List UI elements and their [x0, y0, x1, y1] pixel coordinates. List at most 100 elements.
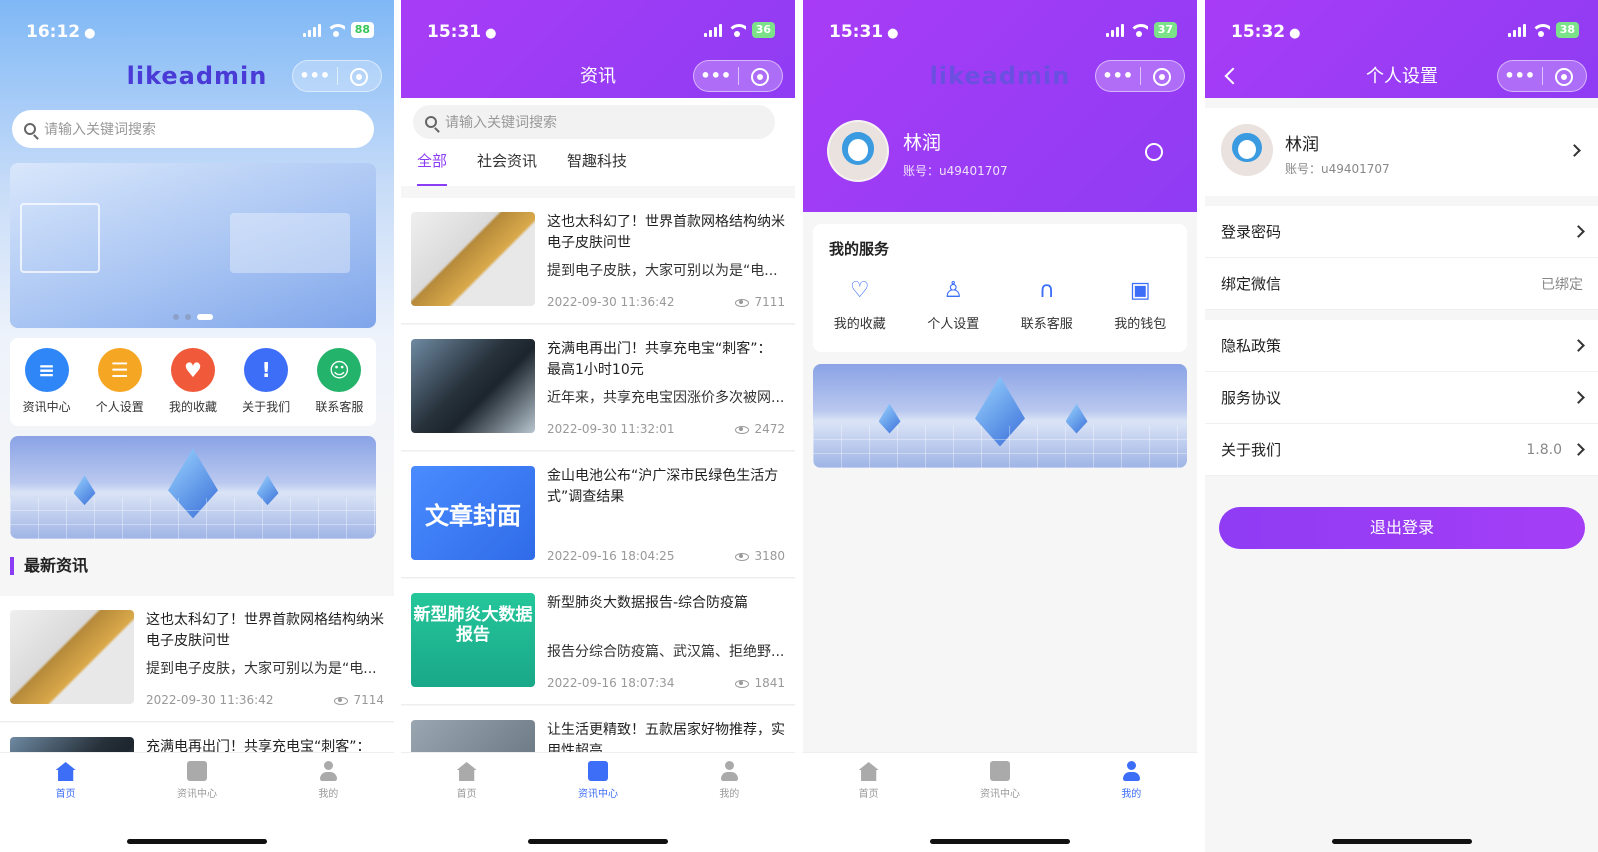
wifi-icon — [727, 23, 746, 37]
eye-icon — [735, 679, 750, 688]
service-customer-service[interactable]: ∩ 联系客服 — [1021, 277, 1073, 332]
menu-item-profile-settings[interactable]: ☰ 个人设置 — [85, 348, 155, 415]
menu-item-customer-service[interactable]: ☺ 联系客服 — [304, 348, 374, 415]
heart-icon: ♥ — [170, 348, 215, 392]
user-icon — [318, 761, 338, 781]
settings-screen: 15:32 ● 38 个人设置 ••• 林润 账号：u49401707 登录密码 … — [1205, 0, 1598, 852]
news-title: 这也太科幻了！世界首款网格结构纳米电子皮肤问世 — [146, 612, 384, 649]
wallet-icon: ▣ — [1129, 278, 1151, 303]
eye-icon — [735, 552, 750, 561]
hero-banner[interactable] — [10, 163, 376, 328]
news-title: 充满电再出门！共享充电宝“刺客”：最高1小时10元 — [547, 341, 772, 378]
service-profile-settings[interactable]: ♙ 个人设置 — [927, 277, 979, 332]
tab-news-center[interactable]: 资讯中心 — [960, 761, 1040, 800]
chevron-right-icon — [1572, 339, 1585, 352]
tab-bar: 首页 资讯中心 我的 — [401, 752, 795, 852]
home-icon — [858, 762, 879, 781]
menu-item-about[interactable]: ! 关于我们 — [231, 348, 301, 415]
close-circle-icon[interactable] — [739, 61, 783, 91]
news-desc: 近年来，共享充电宝因涨价多次被网... — [547, 390, 785, 406]
avatar[interactable] — [827, 120, 889, 182]
status-bar: 15:32 ● 38 — [1205, 0, 1598, 60]
tab-bar: 首页 资讯中心 我的 — [803, 752, 1197, 852]
close-circle-icon[interactable] — [1543, 61, 1587, 91]
news-item[interactable]: 充满电再出门！共享充电宝“刺客”：最高1小时10元近年来，共享充电宝因涨价多次被… — [401, 325, 795, 451]
section-title: 最新资讯 — [10, 557, 88, 575]
news-date: 2022-09-30 11:36:42 — [547, 295, 675, 309]
news-views: 3180 — [754, 549, 785, 563]
news-date: 2022-09-16 18:04:25 — [547, 549, 675, 563]
tab-home[interactable]: 首页 — [26, 761, 106, 800]
close-circle-icon[interactable] — [338, 61, 382, 91]
search-icon — [24, 123, 36, 135]
news-date: 2022-09-30 11:36:42 — [146, 693, 274, 707]
user-settings-icon: ♙ — [943, 278, 964, 303]
tab-home[interactable]: 首页 — [427, 761, 507, 800]
mini-program-capsule[interactable]: ••• — [693, 60, 783, 92]
news-item[interactable]: 新型肺炎大数据报告 新型肺炎大数据报告-综合防疫篇 报告分综合防疫篇、武汉篇、拒绝… — [401, 579, 795, 705]
news-item[interactable]: 这也太科幻了！世界首款网格结构纳米电子皮肤问世 提到电子皮肤，大家可别以为是“电.… — [401, 198, 795, 324]
more-icon[interactable]: ••• — [694, 61, 738, 91]
news-desc: 提到电子皮肤，大家可别以为是“电... — [146, 661, 377, 677]
wifi-icon — [326, 23, 345, 37]
mini-program-capsule[interactable]: ••• — [1095, 60, 1185, 92]
settings-gear-icon[interactable] — [1145, 143, 1163, 161]
wifi-icon — [1129, 23, 1148, 37]
user-account: 账号：u49401707 — [1285, 162, 1390, 176]
more-icon[interactable]: ••• — [1096, 61, 1140, 91]
news-icon: ≡ — [24, 348, 69, 392]
menu-item-news-center[interactable]: ≡ 资讯中心 — [12, 348, 82, 415]
menu-item-favorites[interactable]: ♥ 我的收藏 — [158, 348, 228, 415]
quick-menu: ≡ 资讯中心 ☰ 个人设置 ♥ 我的收藏 ! 关于我们 ☺ 联系客服 — [10, 338, 376, 426]
status-time: 15:32 — [1231, 22, 1286, 42]
news-item[interactable]: 文章封面 金山电池公布“沪广深市民绿色生活方式”调查结果 2022-09-16 1… — [401, 452, 795, 578]
mini-program-capsule[interactable]: ••• — [1497, 60, 1587, 92]
eye-icon — [735, 298, 750, 307]
tab-news-center[interactable]: 资讯中心 — [157, 761, 237, 800]
service-wallet[interactable]: ▣ 我的钱包 — [1114, 277, 1166, 332]
news-desc: 报告分综合防疫篇、武汉篇、拒绝野... — [547, 644, 785, 660]
profile-row[interactable]: 林润 账号：u49401707 — [1205, 108, 1598, 196]
tab-mine[interactable]: 我的 — [1091, 761, 1171, 800]
category-tabs: 全部 社会资讯 智趣科技 — [401, 146, 795, 186]
promo-banner[interactable] — [813, 364, 1187, 468]
news-title: 金山电池公布“沪广深市民绿色生活方式”调查结果 — [547, 468, 779, 505]
status-bar: 15:31 ● 37 — [803, 0, 1197, 60]
news-item[interactable]: 这也太科幻了！世界首款网格结构纳米电子皮肤问世 提到电子皮肤，大家可别以为是“电… — [0, 596, 394, 722]
user-account: 账号：u49401707 — [903, 164, 1008, 178]
close-circle-icon[interactable] — [1141, 61, 1185, 91]
mini-program-capsule[interactable]: ••• — [292, 60, 382, 92]
news-views: 1841 — [754, 676, 785, 690]
row-about-us[interactable]: 关于我们 1.8.0 — [1205, 424, 1598, 476]
eye-icon — [735, 425, 750, 434]
search-input[interactable]: 请输入关键词搜索 — [413, 105, 775, 139]
logout-button[interactable]: 退出登录 — [1219, 507, 1585, 549]
headset-icon: ∩ — [1038, 278, 1055, 303]
row-privacy-policy[interactable]: 隐私政策 — [1205, 320, 1598, 372]
promo-banner[interactable] — [10, 436, 376, 539]
user-name: 林润 — [1285, 135, 1319, 155]
row-service-agreement[interactable]: 服务协议 — [1205, 372, 1598, 424]
tab-tech[interactable]: 智趣科技 — [567, 146, 627, 186]
service-favorites[interactable]: ♡ 我的收藏 — [834, 277, 886, 332]
tab-mine[interactable]: 我的 — [288, 761, 368, 800]
more-icon[interactable]: ••• — [1498, 61, 1542, 91]
status-bar: 16:12 ● 88 — [0, 0, 394, 60]
home-screen: 16:12 ● 88 likeadmin ••• 请输入关键词搜索 ≡ 资讯中心 ☰… — [0, 0, 394, 852]
row-login-password[interactable]: 登录密码 — [1205, 206, 1598, 258]
tab-home[interactable]: 首页 — [829, 761, 909, 800]
tab-social-news[interactable]: 社会资讯 — [477, 146, 537, 186]
row-bind-wechat[interactable]: 绑定微信 已绑定 — [1205, 258, 1598, 310]
tab-news-center[interactable]: 资讯中心 — [558, 761, 638, 800]
news-views: 7111 — [754, 295, 785, 309]
user-card-icon: ☰ — [97, 348, 142, 392]
news-thumbnail — [411, 212, 535, 306]
search-input[interactable]: 请输入关键词搜索 — [12, 110, 374, 148]
news-thumbnail: 文章封面 — [411, 466, 535, 560]
tab-mine[interactable]: 我的 — [689, 761, 769, 800]
tab-bar: 首页 资讯中心 我的 — [0, 752, 394, 852]
more-icon[interactable]: ••• — [293, 61, 337, 91]
tab-all[interactable]: 全部 — [417, 146, 448, 186]
home-icon — [456, 762, 477, 781]
home-indicator — [1332, 839, 1472, 844]
